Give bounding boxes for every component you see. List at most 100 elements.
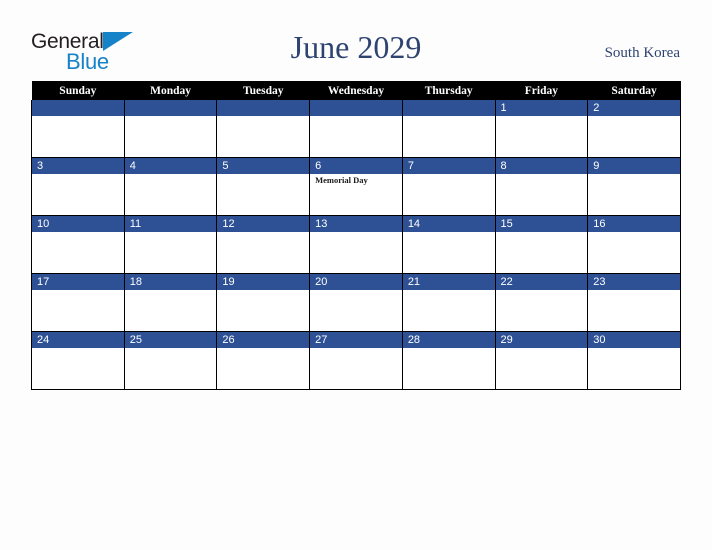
day-number: 27 (310, 332, 402, 348)
calendar-day-cell[interactable]: 5 (216, 157, 311, 216)
day-number: 7 (402, 158, 495, 174)
day-events (403, 232, 495, 271)
day-events (496, 348, 588, 387)
day-number (32, 100, 124, 116)
calendar-day-cell[interactable]: 25 (123, 331, 218, 390)
calendar-week-row: 24 25 26 27 28 29 30 (31, 331, 681, 390)
day-events (32, 116, 124, 155)
calendar-day-cell[interactable]: 19 (216, 273, 311, 332)
calendar-week-row: 12 (31, 100, 681, 158)
day-events (496, 232, 588, 271)
day-number: 12 (217, 216, 310, 232)
calendar-empty-cell[interactable] (216, 100, 311, 158)
calendar-day-cell[interactable]: 28 (401, 331, 496, 390)
calendar-day-cell[interactable]: 26 (216, 331, 311, 390)
day-events (496, 116, 588, 155)
event-label: Memorial Day (315, 175, 368, 185)
calendar-day-cell[interactable]: 20 (309, 273, 403, 332)
day-events (403, 348, 495, 387)
day-events (125, 348, 217, 387)
calendar-day-cell[interactable]: 30 (587, 331, 681, 390)
calendar-day-cell[interactable]: 10 (31, 215, 125, 274)
calendar-empty-cell[interactable] (401, 100, 496, 158)
day-events (125, 290, 217, 329)
calendar-day-cell[interactable]: 29 (494, 331, 589, 390)
day-events (125, 116, 217, 155)
weekday-header-thursday: Thursday (402, 81, 496, 100)
calendar-page: General Blue June 2029 South Korea Sunda… (0, 0, 712, 550)
calendar-day-cell[interactable]: 17 (31, 273, 125, 332)
day-events (32, 232, 124, 271)
day-events (217, 348, 309, 387)
day-number (402, 100, 495, 116)
day-number: 14 (402, 216, 495, 232)
day-number: 6 (310, 158, 402, 174)
day-events (310, 290, 402, 329)
calendar-day-cell[interactable]: 24 (31, 331, 125, 390)
day-number: 1 (495, 100, 588, 116)
day-events: Memorial Day (310, 174, 402, 213)
day-number: 8 (495, 158, 588, 174)
calendar-day-cell[interactable]: 7 (401, 157, 496, 216)
day-events (217, 290, 309, 329)
day-number: 4 (124, 158, 217, 174)
day-events (403, 174, 495, 213)
day-number: 23 (588, 274, 680, 290)
day-number: 10 (32, 216, 124, 232)
calendar-day-cell[interactable]: 23 (587, 273, 681, 332)
day-events (32, 290, 124, 329)
calendar-body: 1 2 3 4 5 6 Memorial Day 7 8 9 10 11 12 13 14 15 16 17 18 1… (31, 100, 681, 390)
day-events (310, 348, 402, 387)
day-number: 30 (588, 332, 680, 348)
day-events (310, 232, 402, 271)
calendar-day-cell[interactable]: 11 (123, 215, 218, 274)
calendar-week-row: 10 11 12 13 14 15 16 (31, 215, 681, 274)
day-events (403, 290, 495, 329)
weekday-header-saturday: Saturday (587, 81, 681, 100)
day-events (403, 116, 495, 155)
day-events (310, 116, 402, 155)
calendar-day-cell[interactable]: 18 (123, 273, 218, 332)
weekday-header-row: Sunday Monday Tuesday Wednesday Thursday… (31, 81, 681, 100)
day-number: 20 (310, 274, 402, 290)
calendar-day-cell[interactable]: 12 (216, 215, 311, 274)
calendar-empty-cell[interactable] (31, 100, 125, 158)
day-number: 25 (124, 332, 217, 348)
calendar-empty-cell[interactable] (309, 100, 403, 158)
calendar-day-cell[interactable]: 9 (587, 157, 681, 216)
day-number: 18 (124, 274, 217, 290)
day-number: 19 (217, 274, 310, 290)
calendar-day-cell[interactable]: 1 (494, 100, 589, 158)
day-events (32, 174, 124, 213)
day-number: 26 (217, 332, 310, 348)
calendar-day-cell[interactable]: 6 Memorial Day (309, 157, 403, 216)
calendar-day-cell[interactable]: 2 (587, 100, 681, 158)
calendar-week-row: 3 4 5 6 Memorial Day 7 8 9 (31, 157, 681, 216)
calendar-day-cell[interactable]: 13 (309, 215, 403, 274)
day-events (217, 116, 309, 155)
day-events (588, 348, 680, 387)
calendar-day-cell[interactable]: 21 (401, 273, 496, 332)
day-events (32, 348, 124, 387)
weekday-header-wednesday: Wednesday (309, 81, 403, 100)
day-events (588, 290, 680, 329)
calendar-day-cell[interactable]: 22 (494, 273, 589, 332)
day-number: 21 (402, 274, 495, 290)
calendar-day-cell[interactable]: 4 (123, 157, 218, 216)
calendar-empty-cell[interactable] (123, 100, 218, 158)
calendar-day-cell[interactable]: 14 (401, 215, 496, 274)
weekday-header-tuesday: Tuesday (216, 81, 310, 100)
day-number: 3 (32, 158, 124, 174)
calendar-day-cell[interactable]: 3 (31, 157, 125, 216)
day-number: 28 (402, 332, 495, 348)
calendar-day-cell[interactable]: 27 (309, 331, 403, 390)
calendar-day-cell[interactable]: 8 (494, 157, 589, 216)
day-events (588, 174, 680, 213)
day-number: 11 (124, 216, 217, 232)
calendar-day-cell[interactable]: 15 (494, 215, 589, 274)
day-number (124, 100, 217, 116)
calendar-day-cell[interactable]: 16 (587, 215, 681, 274)
day-number: 17 (32, 274, 124, 290)
day-events (496, 174, 588, 213)
day-events (588, 232, 680, 271)
